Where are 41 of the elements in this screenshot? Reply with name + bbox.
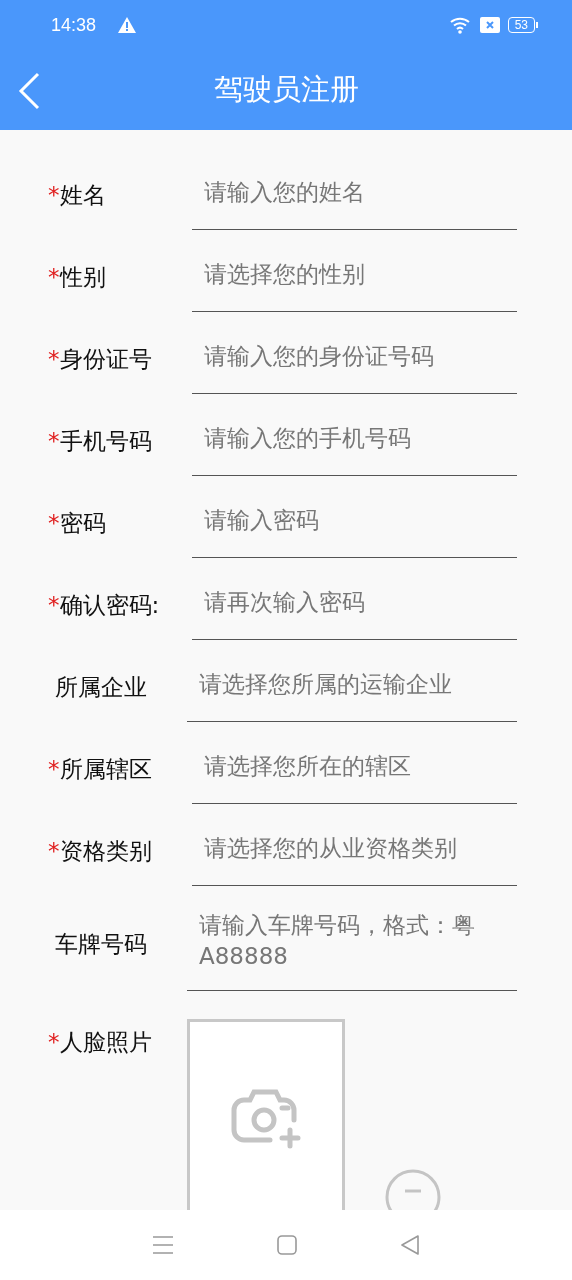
required-mark: * xyxy=(48,1029,60,1055)
battery-icon: 53 xyxy=(507,17,538,33)
field-label: 身份证号 xyxy=(59,344,152,374)
input-field[interactable]: 请输入车牌号码，格式：粤A88888 xyxy=(187,886,517,991)
input-field[interactable]: 请输入您的姓名 xyxy=(192,148,517,230)
field-label: 人脸照片 xyxy=(59,1029,152,1055)
menu-icon[interactable] xyxy=(151,1235,174,1255)
input-field[interactable]: 请再次输入密码 xyxy=(192,558,517,640)
required-mark: * xyxy=(48,756,60,782)
required-mark: * xyxy=(48,510,60,536)
field-label: 手机号码 xyxy=(59,426,152,456)
input-field[interactable]: 请选择您所在的辖区 xyxy=(192,722,517,804)
input-field[interactable]: 请输入您的手机号码 xyxy=(192,394,517,476)
wifi-icon xyxy=(449,16,472,34)
required-mark: * xyxy=(48,592,60,618)
input-field[interactable]: 请选择您所属的运输企业 xyxy=(187,640,517,722)
field-label: 车牌号码 xyxy=(55,930,147,959)
required-mark: * xyxy=(48,428,60,454)
status-time: 14:38 xyxy=(51,14,97,36)
back-icon xyxy=(18,72,40,110)
required-mark: * xyxy=(48,346,60,372)
back-icon[interactable] xyxy=(400,1235,421,1255)
field-label: 确认密码: xyxy=(59,590,160,620)
input-field[interactable]: 请输入您的身份证号码 xyxy=(192,312,517,394)
field-label: 所属企业 xyxy=(55,672,147,702)
required-mark: * xyxy=(48,182,60,208)
photo-upload-button[interactable] xyxy=(187,1019,345,1210)
required-mark: * xyxy=(48,838,60,864)
field-label: 性别 xyxy=(59,262,106,292)
page-title: 驾驶员注册 xyxy=(213,71,359,108)
home-icon[interactable] xyxy=(277,1235,297,1255)
input-field[interactable]: 请选择您的从业资格类别 xyxy=(192,804,517,886)
field-label: 密码 xyxy=(59,508,106,538)
required-mark: * xyxy=(48,264,60,290)
input-field[interactable]: 请选择您的性别 xyxy=(192,230,517,312)
warning-icon xyxy=(118,17,137,33)
input-field[interactable]: 请输入密码 xyxy=(192,476,517,558)
field-label: 资格类别 xyxy=(59,836,152,866)
sim-icon xyxy=(479,17,500,33)
field-label: 姓名 xyxy=(59,180,106,210)
field-label: 所属辖区 xyxy=(59,754,152,784)
